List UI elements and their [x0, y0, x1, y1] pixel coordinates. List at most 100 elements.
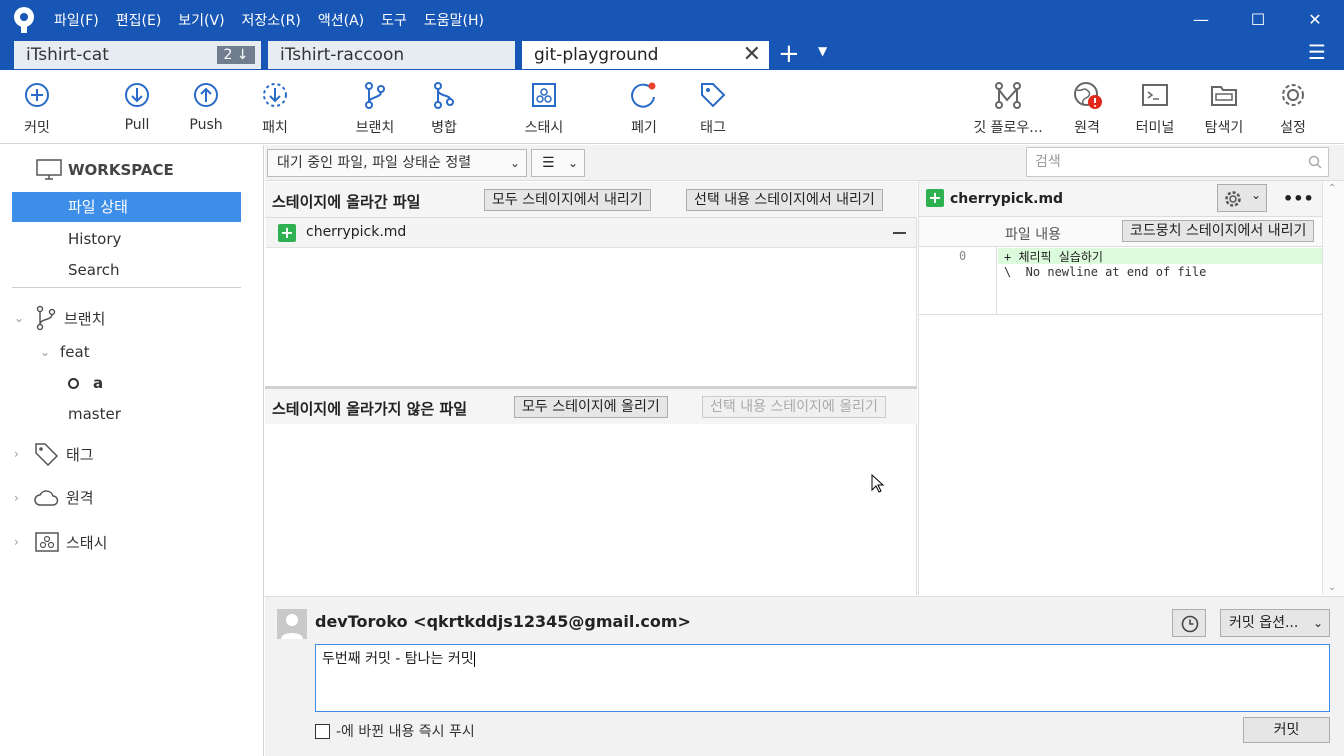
- tag-icon: [701, 83, 726, 108]
- menu-bar: 파일(F) 편집(E) 보기(V) 저장소(R) 액션(A) 도구 도움말(H): [54, 10, 501, 30]
- discard-label: 폐기: [631, 120, 657, 136]
- author-label: devToroko <qkrtkddjs12345@gmail.com>: [315, 612, 691, 631]
- push-icon: [194, 83, 218, 107]
- unstage-all-button[interactable]: 모두 스테이지에서 내리기: [484, 189, 651, 211]
- diff-scrollbar[interactable]: ⌃ ⌄: [1322, 181, 1344, 595]
- remotes-label: 원격: [66, 489, 94, 507]
- sidebar-divider: [12, 287, 241, 288]
- branch-folder-feat[interactable]: ⌄ feat: [40, 343, 90, 361]
- menu-repository[interactable]: 저장소(R): [242, 10, 301, 30]
- sidebar-item-history[interactable]: History: [12, 224, 241, 254]
- sort-dropdown-label: 대기 중인 파일, 파일 상태순 정렬: [277, 155, 472, 171]
- fetch-button[interactable]: 패치: [240, 80, 310, 137]
- close-window-button[interactable]: ✕: [1300, 8, 1330, 32]
- merge-icon: [434, 82, 454, 109]
- menu-file[interactable]: 파일(F): [54, 10, 99, 30]
- push-immediately-checkbox[interactable]: -에 바뀐 내용 즉시 푸시: [315, 721, 475, 741]
- more-options-icon[interactable]: •••: [1283, 189, 1314, 208]
- sidebar-item-file-status[interactable]: 파일 상태: [12, 192, 241, 222]
- terminal-button[interactable]: 터미널: [1120, 80, 1190, 137]
- terminal-icon: [1142, 84, 1168, 106]
- tag-label: 태그: [700, 120, 726, 136]
- gitflow-button[interactable]: 깃 플로우...: [970, 80, 1046, 137]
- sidebar-group-branches[interactable]: ⌄ 브랜치: [14, 305, 105, 331]
- push-label: Push: [189, 117, 223, 133]
- chevron-down-icon: ⌄: [1250, 188, 1261, 202]
- unstaged-title: 스테이지에 올라가지 않은 파일: [272, 400, 468, 418]
- hamburger-menu-icon[interactable]: ☰: [1308, 40, 1326, 64]
- diff-header: + cherrypick.md ⌄ •••: [919, 181, 1323, 217]
- toolbar: 커밋 Pull Push 패치 브랜치 병합 스태시 폐기 태그 깃 플로우..…: [0, 70, 1344, 144]
- tab-list-dropdown[interactable]: ▼: [818, 44, 827, 58]
- branch-button[interactable]: 브랜치: [340, 80, 410, 137]
- branch-folder-label: feat: [60, 343, 90, 361]
- commit-icon: [25, 83, 49, 107]
- settings-label: 설정: [1280, 120, 1306, 136]
- commit-history-button[interactable]: [1172, 609, 1206, 637]
- commit-submit-button[interactable]: 커밋: [1243, 717, 1330, 743]
- globe-icon: [1074, 82, 1102, 109]
- unstage-selected-button[interactable]: 선택 내용 스테이지에서 내리기: [686, 189, 883, 211]
- diff-view: + cherrypick.md ⌄ ••• 파일 내용 코드뭉치 스테이지에서 …: [918, 181, 1323, 595]
- close-tab-icon[interactable]: ✕: [743, 41, 761, 69]
- user-icon: [281, 614, 303, 639]
- sidebar-group-tags[interactable]: › 태그: [14, 442, 94, 466]
- stash-button[interactable]: 스태시: [509, 80, 579, 137]
- branch-item-master[interactable]: master: [68, 405, 121, 423]
- sidebar-item-search[interactable]: Search: [12, 255, 241, 285]
- unstaged-header: 스테이지에 올라가지 않은 파일 모두 스테이지에 올리기 선택 내용 스테이지…: [265, 389, 917, 425]
- discard-button[interactable]: 폐기: [609, 80, 679, 137]
- maximize-button[interactable]: ☐: [1243, 8, 1273, 32]
- stage-all-button[interactable]: 모두 스테이지에 올리기: [514, 396, 668, 418]
- menu-actions[interactable]: 액션(A): [318, 10, 364, 30]
- scroll-down-icon[interactable]: ⌄: [1328, 582, 1336, 593]
- explorer-button[interactable]: 탐색기: [1189, 80, 1259, 137]
- settings-button[interactable]: 설정: [1258, 80, 1328, 137]
- gitflow-label: 깃 플로우...: [973, 120, 1043, 136]
- pull-button[interactable]: Pull: [102, 80, 172, 133]
- chevron-down-icon: ⌄: [567, 156, 578, 170]
- discard-icon: [631, 82, 656, 108]
- commit-message-input[interactable]: 두번째 커밋 - 탐나는 커밋: [315, 644, 1330, 712]
- pull-count-badge: 2 ↓: [217, 46, 255, 64]
- branch-label: master: [68, 405, 121, 423]
- view-mode-dropdown[interactable]: ☰ ⌄: [531, 149, 585, 177]
- minimize-button[interactable]: —: [1186, 8, 1216, 32]
- line-number-gutter: [919, 247, 997, 315]
- list-icon: ☰: [542, 155, 555, 171]
- chevron-right-icon: ›: [14, 490, 19, 505]
- branch-item-a[interactable]: a: [68, 374, 103, 392]
- workspace-label: WORKSPACE: [68, 161, 174, 179]
- chevron-down-icon: ⌄: [509, 156, 520, 170]
- tab-git-playground[interactable]: git-playground ✕: [522, 41, 770, 69]
- hunk-header: 파일 내용 코드뭉치 스테이지에서 내리기: [919, 217, 1323, 247]
- commit-button[interactable]: 커밋: [2, 80, 72, 137]
- remote-button[interactable]: 원격: [1052, 80, 1122, 137]
- diff-options-button[interactable]: ⌄: [1217, 184, 1267, 212]
- merge-button[interactable]: 병합: [409, 80, 479, 137]
- hunk-title: 파일 내용: [1005, 227, 1061, 243]
- chevron-down-icon: ⌄: [1312, 616, 1323, 630]
- branch-icon: [36, 305, 56, 331]
- search-input[interactable]: 검색: [1026, 147, 1329, 177]
- push-button[interactable]: Push: [171, 80, 241, 133]
- menu-help[interactable]: 도움말(H): [424, 10, 484, 30]
- added-status-icon: +: [278, 224, 296, 242]
- unstaged-file-list: [265, 424, 917, 595]
- tab-itshirt-cat[interactable]: iTshirt-cat 2 ↓: [14, 41, 262, 69]
- sidebar-group-remotes[interactable]: › 원격: [14, 487, 94, 508]
- tag-button[interactable]: 태그: [678, 80, 748, 137]
- sidebar-group-stashes[interactable]: › 스태시: [14, 531, 107, 553]
- checkbox-box[interactable]: [315, 723, 330, 739]
- tab-itshirt-raccoon[interactable]: iTshirt-raccoon: [268, 41, 516, 69]
- commit-options-dropdown[interactable]: 커밋 옵션... ⌄: [1220, 609, 1330, 637]
- menu-edit[interactable]: 편집(E): [116, 10, 162, 30]
- menu-view[interactable]: 보기(V): [178, 10, 224, 30]
- sort-dropdown[interactable]: 대기 중인 파일, 파일 상태순 정렬 ⌄: [267, 149, 527, 177]
- unstage-file-icon[interactable]: [893, 232, 906, 234]
- unstage-hunk-button[interactable]: 코드뭉치 스테이지에서 내리기: [1122, 220, 1315, 242]
- menu-tools[interactable]: 도구: [381, 10, 407, 30]
- scroll-up-icon[interactable]: ⌃: [1328, 183, 1336, 194]
- list-item[interactable]: + cherrypick.md: [266, 218, 916, 248]
- add-tab-button[interactable]: +: [778, 40, 800, 68]
